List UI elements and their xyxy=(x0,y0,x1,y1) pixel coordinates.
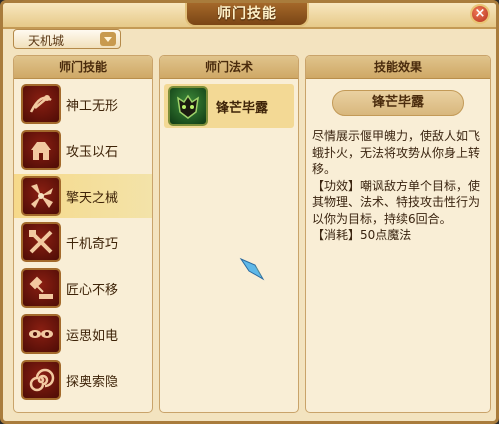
effect-name: 锋芒毕露 xyxy=(371,95,424,110)
hammer-swirl-icon xyxy=(21,84,61,124)
skill-label: 神工无形 xyxy=(66,99,119,114)
window-title: 师门技能 xyxy=(217,6,277,22)
cursor-gem-icon xyxy=(239,255,265,285)
skill-label: 匠心不移 xyxy=(66,283,119,298)
stone-altar-icon xyxy=(21,130,61,170)
skill-label: 运思如电 xyxy=(66,329,119,344)
effect-name-plate: 锋芒毕露 xyxy=(332,90,464,116)
city-dropdown[interactable]: 天机城 xyxy=(13,29,121,49)
skill-item-qingtian[interactable]: 擎天之械 xyxy=(14,174,152,218)
title-bar: 师门技能 × xyxy=(3,3,496,29)
skill-item-shengong[interactable]: 神工无形 xyxy=(14,82,152,126)
eyes-icon xyxy=(21,314,61,354)
spells-panel-header: 师门法术 xyxy=(160,56,298,79)
skill-item-gongyu[interactable]: 攻玉以石 xyxy=(14,128,152,172)
skill-item-yunsi[interactable]: 运思如电 xyxy=(14,312,152,356)
skill-item-tanao[interactable]: 探奥索隐 xyxy=(14,358,152,402)
city-dropdown-value: 天机城 xyxy=(28,34,65,48)
skill-item-jiangxin[interactable]: 匠心不移 xyxy=(14,266,152,310)
effect-description: 尽情展示偃甲魄力，使敌人如飞蛾扑火，无法将攻势从你身上转移。 xyxy=(312,129,481,176)
skill-item-qianji[interactable]: 千机奇巧 xyxy=(14,220,152,264)
effect-panel: 技能效果 锋芒毕露 尽情展示偃甲魄力，使敌人如飞蛾扑火，无法将攻势从你身上转移。… xyxy=(305,55,491,413)
title-plate: 师门技能 xyxy=(185,3,309,27)
skills-panel: 师门技能 神工无形 攻玉以石 擎天之械 千机奇巧 匠心不移 运思如电 探奥索隐 xyxy=(13,55,153,413)
spells-panel: 师门法术 锋芒毕露 xyxy=(159,55,299,413)
spell-item-fengmang[interactable]: 锋芒毕露 xyxy=(164,84,294,128)
demon-mask-icon xyxy=(168,86,208,126)
anvil-hammer-icon xyxy=(21,268,61,308)
skills-window: 师门技能 × 天机城 师门技能 神工无形 攻玉以石 擎天之械 千机奇巧 匠心不移… xyxy=(0,0,499,424)
skills-panel-header: 师门技能 xyxy=(14,56,152,79)
machine-fan-icon xyxy=(21,176,61,216)
chevron-down-icon xyxy=(100,32,116,46)
skill-label: 攻玉以石 xyxy=(66,145,119,160)
effect-description-block: 尽情展示偃甲魄力，使敌人如飞蛾扑火，无法将攻势从你身上转移。 【功效】嘲讽敌方单… xyxy=(312,128,484,244)
close-button[interactable]: × xyxy=(470,4,490,24)
skill-label: 擎天之械 xyxy=(66,191,119,206)
effect-panel-header: 技能效果 xyxy=(306,56,490,79)
crossed-tools-icon xyxy=(21,222,61,262)
effect-function-line: 【功效】嘲讽敌方单个目标，使其物理、法术、特技攻击性行为以你为目标，持续6回合。 xyxy=(312,178,481,226)
skill-label: 探奥索隐 xyxy=(66,375,119,390)
effect-cost-line: 【消耗】50点魔法 xyxy=(312,228,412,242)
skill-label: 千机奇巧 xyxy=(66,237,119,252)
spell-label: 锋芒毕露 xyxy=(216,101,269,116)
spiral-icon xyxy=(21,360,61,400)
